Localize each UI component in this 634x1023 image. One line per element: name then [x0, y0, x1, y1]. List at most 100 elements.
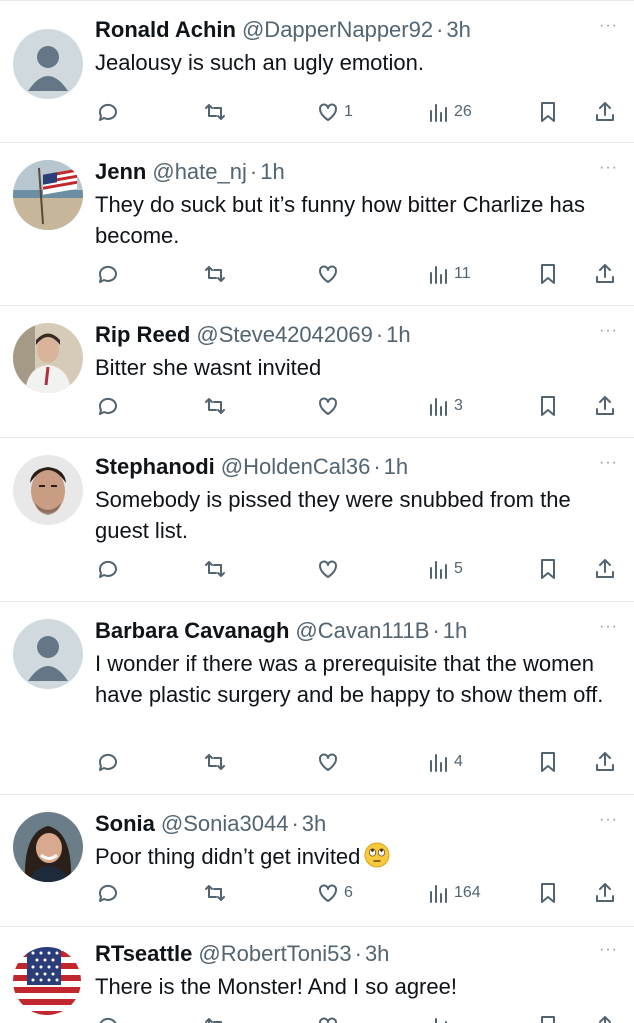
avatar[interactable]	[13, 947, 81, 1015]
like-button[interactable]: 6	[316, 878, 353, 908]
display-name[interactable]: Jenn	[95, 159, 146, 184]
like-button[interactable]	[316, 747, 344, 777]
display-name[interactable]: Barbara Cavanagh	[95, 618, 289, 643]
bookmark-button[interactable]	[536, 747, 560, 777]
action-bar: 4	[0, 747, 634, 777]
avatar[interactable]	[13, 619, 83, 689]
retweet-icon	[205, 104, 225, 120]
timestamp[interactable]: 1h	[260, 159, 284, 184]
display-name[interactable]: Rip Reed	[95, 322, 190, 347]
views-button[interactable]: 3	[426, 391, 463, 421]
timestamp[interactable]: 1h	[386, 322, 410, 347]
share-button[interactable]	[593, 97, 617, 127]
views-button[interactable]: 4	[426, 747, 463, 777]
reply-button[interactable]	[96, 97, 120, 127]
share-button[interactable]	[593, 554, 617, 584]
share-button[interactable]	[593, 878, 617, 908]
tweet[interactable]: Rip Reed @Steve42042069 · 1h ··· Bitter she…	[0, 306, 634, 438]
user-handle[interactable]: @RobertToni53	[198, 941, 351, 966]
timestamp[interactable]: 1h	[384, 454, 408, 479]
user-handle[interactable]: @hate_nj	[152, 159, 247, 184]
reply-button[interactable]	[96, 391, 120, 421]
separator: ·	[249, 159, 258, 184]
avatar[interactable]	[13, 812, 83, 882]
display-name[interactable]: Ronald Achin	[95, 17, 236, 42]
reply-icon	[98, 560, 117, 578]
more-options-icon[interactable]: ···	[599, 812, 618, 828]
more-options-icon[interactable]: ···	[599, 455, 618, 471]
retweet-button[interactable]	[203, 391, 227, 421]
tweet[interactable]: Barbara Cavanagh @Cavan111B · 1h ··· I wond…	[0, 602, 634, 795]
views-icon	[430, 754, 447, 772]
bookmark-icon	[541, 883, 555, 903]
reply-button[interactable]	[96, 259, 120, 289]
like-icon	[319, 560, 337, 578]
bookmark-button[interactable]	[536, 391, 560, 421]
share-button[interactable]	[593, 1011, 617, 1023]
user-handle[interactable]: @Steve42042069	[196, 322, 372, 347]
display-name[interactable]: Sonia	[95, 811, 155, 836]
timestamp[interactable]: 3h	[365, 941, 389, 966]
retweet-button[interactable]	[203, 1011, 227, 1023]
timestamp[interactable]: 3h	[446, 17, 470, 42]
share-button[interactable]	[593, 747, 617, 777]
tweet[interactable]: Jenn @hate_nj · 1h ··· They do suck but it’…	[0, 143, 634, 306]
more-options-icon[interactable]: ···	[599, 942, 618, 958]
retweet-button[interactable]	[203, 878, 227, 908]
reply-button[interactable]	[96, 878, 120, 908]
like-button[interactable]	[316, 391, 344, 421]
user-handle[interactable]: @Sonia3044	[161, 811, 289, 836]
reply-button[interactable]	[96, 747, 120, 777]
tweet-text-container: Poor thing didn’t get invited	[95, 841, 620, 872]
views-button[interactable]	[426, 1011, 450, 1023]
user-handle[interactable]: @Cavan111B	[295, 618, 429, 643]
tweet[interactable]: Sonia @Sonia3044 · 3h ··· Poor thing didn’t…	[0, 795, 634, 927]
user-handle[interactable]: @DapperNapper92	[242, 17, 433, 42]
share-button[interactable]	[593, 259, 617, 289]
tweet[interactable]: Stephanodi @HoldenCal36 · 1h ··· Somebody i…	[0, 438, 634, 602]
views-button[interactable]: 11	[426, 259, 471, 289]
user-handle[interactable]: @HoldenCal36	[221, 454, 371, 479]
like-icon	[319, 884, 337, 902]
retweet-icon	[205, 885, 225, 901]
retweet-button[interactable]	[203, 259, 227, 289]
views-button[interactable]: 5	[426, 554, 463, 584]
timestamp[interactable]: 1h	[443, 618, 467, 643]
bookmark-button[interactable]	[536, 97, 560, 127]
avatar[interactable]	[13, 323, 83, 393]
like-button[interactable]: 1	[316, 97, 353, 127]
bookmark-button[interactable]	[536, 259, 560, 289]
like-button[interactable]	[316, 554, 344, 584]
timestamp[interactable]: 3h	[302, 811, 326, 836]
reply-button[interactable]	[96, 1011, 120, 1023]
avatar[interactable]	[13, 29, 83, 99]
like-button[interactable]	[316, 1011, 340, 1023]
avatar[interactable]	[13, 455, 83, 525]
reply-icon	[98, 397, 117, 415]
tweet[interactable]: Ronald Achin @DapperNapper92 · 3h ··· Jealo…	[0, 0, 634, 143]
retweet-button[interactable]	[203, 747, 227, 777]
views-button[interactable]: 26	[426, 97, 472, 127]
more-options-icon[interactable]: ···	[599, 160, 618, 176]
display-name[interactable]: Stephanodi	[95, 454, 215, 479]
more-options-icon[interactable]: ···	[599, 619, 618, 635]
bookmark-icon	[541, 1016, 555, 1023]
share-button[interactable]	[593, 391, 617, 421]
retweet-button[interactable]	[203, 97, 227, 127]
avatar[interactable]	[13, 160, 83, 230]
like-button[interactable]	[316, 259, 344, 289]
retweet-button[interactable]	[203, 554, 227, 584]
more-options-icon[interactable]: ···	[599, 323, 618, 339]
bookmark-button[interactable]	[536, 878, 560, 908]
display-name[interactable]: RTseattle	[95, 941, 192, 966]
views-button[interactable]: 164	[426, 878, 481, 908]
separator: ·	[354, 941, 362, 966]
views-icon	[430, 266, 447, 284]
bookmark-icon	[541, 559, 555, 579]
tweet-header: Jenn @hate_nj · 1h	[95, 159, 285, 185]
more-options-icon[interactable]: ···	[599, 18, 618, 34]
tweet[interactable]: RTseattle @RobertToni53 · 3h ··· There is t…	[0, 927, 634, 1023]
reply-button[interactable]	[96, 554, 120, 584]
bookmark-button[interactable]	[536, 1011, 560, 1023]
bookmark-button[interactable]	[536, 554, 560, 584]
